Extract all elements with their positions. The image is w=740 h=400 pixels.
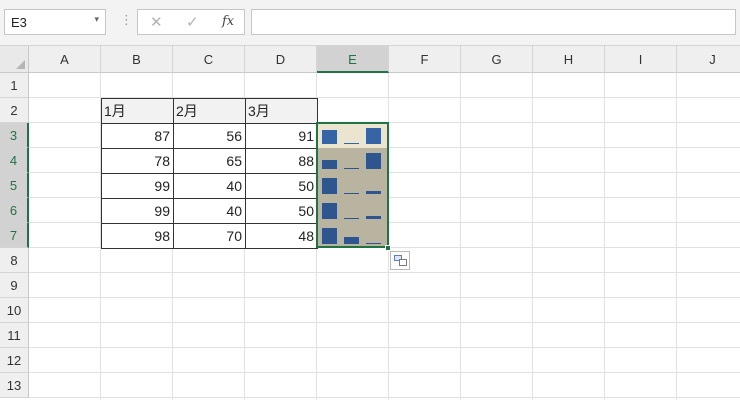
table-cell[interactable]: 99 [101,173,174,199]
gridline-horizontal [29,297,740,298]
chevron-down-icon[interactable]: ▾ [94,14,99,25]
table-cell[interactable]: 91 [245,123,318,149]
row-header-5[interactable]: 5 [0,173,29,198]
formula-input[interactable] [251,9,736,35]
row-header-1[interactable]: 1 [0,73,29,98]
table-cell[interactable]: 99 [101,198,174,224]
gridline-horizontal [29,272,740,273]
enter-icon[interactable]: ✓ [186,13,199,31]
worksheet-grid[interactable]: A B C D E F G H I J 1 2 3 4 5 6 7 8 9 10 11 12 13 1月 2月 3月 87 56 91 7… [0,46,740,400]
table-cell[interactable]: 40 [173,173,246,199]
row-header-2[interactable]: 2 [0,98,29,123]
table-header-cell[interactable]: 2月 [173,98,246,124]
column-header-i[interactable]: I [605,46,677,73]
gridline-horizontal [29,397,740,398]
row-header-11[interactable]: 11 [0,323,29,348]
name-box-value: E3 [11,15,27,30]
row-header-12[interactable]: 12 [0,348,29,373]
table-cell[interactable]: 98 [101,223,174,249]
cancel-icon[interactable]: ✕ [150,13,163,31]
table-cell[interactable]: 50 [245,173,318,199]
selection-outline [316,122,389,248]
table-header-cell[interactable]: 3月 [245,98,318,124]
row-header-3[interactable]: 3 [0,123,29,148]
row-header-7[interactable]: 7 [0,223,29,248]
quick-analysis-button[interactable] [390,251,410,270]
column-header-a[interactable]: A [29,46,101,73]
table-cell[interactable]: 87 [101,123,174,149]
column-header-d[interactable]: D [245,46,317,73]
row-header-13[interactable]: 13 [0,373,29,398]
formula-bar-area: E3 ▾ ⋮ ✕ ✓ fx [0,0,740,46]
gridline-horizontal [29,322,740,323]
table-cell[interactable]: 50 [245,198,318,224]
table-cell[interactable]: 40 [173,198,246,224]
column-header-f[interactable]: F [389,46,461,73]
gridline-horizontal [29,347,740,348]
column-header-e[interactable]: E [317,46,389,73]
column-header-c[interactable]: C [173,46,245,73]
column-header-h[interactable]: H [533,46,605,73]
row-header-4[interactable]: 4 [0,148,29,173]
row-header-10[interactable]: 10 [0,298,29,323]
table-cell[interactable]: 70 [173,223,246,249]
gridline-horizontal [29,372,740,373]
quick-analysis-icon-part [399,259,407,266]
row-header-6[interactable]: 6 [0,198,29,223]
table-cell[interactable]: 78 [101,148,174,174]
insert-function-icon[interactable]: fx [222,14,234,29]
formula-buttons: ✕ ✓ fx [137,9,245,35]
row-header-8[interactable]: 8 [0,248,29,273]
select-all-button[interactable] [0,46,29,73]
table-header-cell[interactable]: 1月 [101,98,174,124]
formula-bar-separator: ⋮ [120,12,133,27]
row-header-9[interactable]: 9 [0,273,29,298]
column-header-b[interactable]: B [101,46,173,73]
table-cell[interactable]: 56 [173,123,246,149]
table-cell[interactable]: 48 [245,223,318,249]
column-header-j[interactable]: J [677,46,740,73]
table-cell[interactable]: 88 [245,148,318,174]
table-cell[interactable]: 65 [173,148,246,174]
name-box[interactable]: E3 ▾ [4,9,106,35]
column-header-g[interactable]: G [461,46,533,73]
